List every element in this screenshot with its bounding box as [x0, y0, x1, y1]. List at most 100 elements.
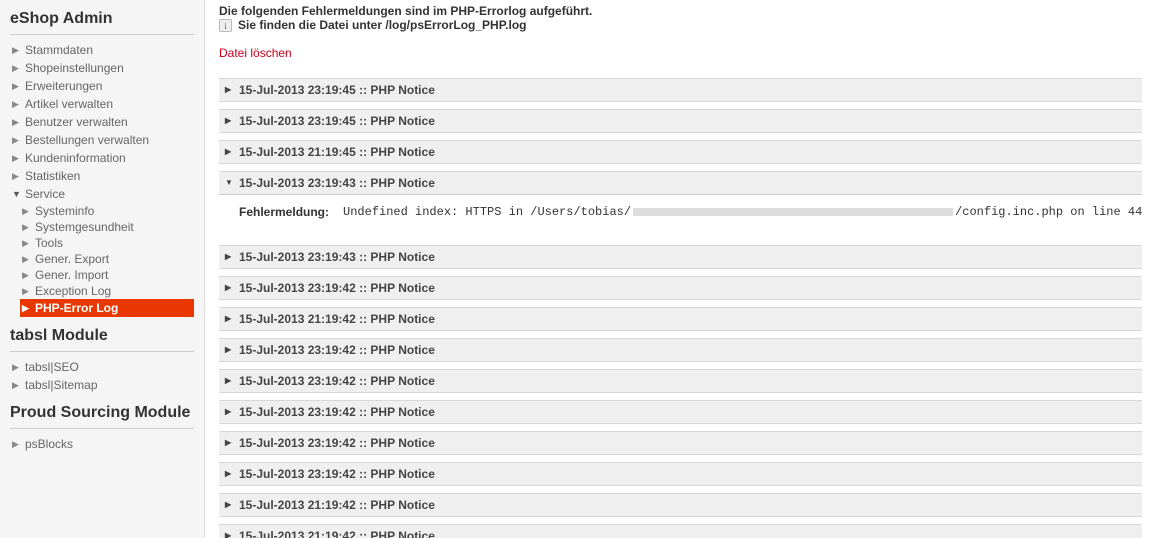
- chevron-right-icon: ▶: [12, 117, 20, 128]
- log-row[interactable]: ▶15-Jul-2013 23:19:42 :: PHP Notice: [219, 276, 1142, 300]
- nav-item-label: Service: [25, 187, 65, 201]
- nav-item-label: tabsl|SEO: [25, 360, 79, 374]
- sub-nav-item[interactable]: ▶Gener. Export: [20, 251, 194, 267]
- log-row[interactable]: ▶15-Jul-2013 23:19:42 :: PHP Notice: [219, 400, 1142, 424]
- nav-item[interactable]: ▶ Statistiken: [10, 167, 194, 185]
- intro-block: Die folgenden Fehlermeldungen sind im PH…: [219, 4, 1142, 32]
- nav-item-label: psBlocks: [25, 437, 73, 451]
- info-icon: i: [219, 19, 232, 32]
- nav-item-label: Bestellungen verwalten: [25, 133, 149, 147]
- log-row-label: 15-Jul-2013 23:19:42 :: PHP Notice: [239, 343, 435, 357]
- log-row-label: 15-Jul-2013 21:19:42 :: PHP Notice: [239, 498, 435, 512]
- main-panel: Die folgenden Fehlermeldungen sind im PH…: [205, 0, 1156, 538]
- nav-item-label: Benutzer verwalten: [25, 115, 128, 129]
- sub-nav-label: Tools: [35, 236, 63, 250]
- chevron-right-icon: ▶: [12, 380, 20, 391]
- chevron-right-icon: ▶: [225, 438, 231, 447]
- log-row[interactable]: ▼15-Jul-2013 23:19:43 :: PHP Notice: [219, 171, 1142, 195]
- log-row-label: 15-Jul-2013 23:19:45 :: PHP Notice: [239, 114, 435, 128]
- delete-file-link[interactable]: Datei löschen: [219, 46, 292, 60]
- chevron-right-icon: ▶: [12, 362, 20, 373]
- log-row[interactable]: ▶15-Jul-2013 23:19:42 :: PHP Notice: [219, 369, 1142, 393]
- chevron-right-icon: ▶: [22, 270, 30, 281]
- log-row[interactable]: ▶ 15-Jul-2013 23:19:45 :: PHP Notice: [219, 78, 1142, 102]
- sub-nav-label: PHP-Error Log: [35, 301, 118, 315]
- nav-item[interactable]: ▶ psBlocks: [10, 435, 194, 453]
- sub-nav-label: Systemgesundheit: [35, 220, 134, 234]
- chevron-right-icon: ▶: [225, 283, 231, 292]
- log-row-label: 15-Jul-2013 23:19:45 :: PHP Notice: [239, 83, 435, 97]
- log-row[interactable]: ▶ 15-Jul-2013 21:19:42 :: PHP Notice: [219, 493, 1142, 517]
- nav-item[interactable]: ▶Bestellungen verwalten: [10, 131, 194, 149]
- chevron-right-icon: ▶: [12, 439, 20, 450]
- log-row[interactable]: ▶ 15-Jul-2013 23:19:45 :: PHP Notice: [219, 109, 1142, 133]
- chevron-down-icon: ▼: [225, 178, 233, 187]
- chevron-right-icon: ▶: [12, 153, 20, 164]
- sub-nav-label: Gener. Import: [35, 268, 108, 282]
- nav-item[interactable]: ▶ Benutzer verwalten: [10, 113, 194, 131]
- sub-nav-item[interactable]: ▶ Exception Log: [20, 283, 194, 299]
- nav-item[interactable]: ▶ Shopeinstellungen: [10, 59, 194, 77]
- sub-nav-item[interactable]: ▶ Gener. Import: [20, 267, 194, 283]
- log-row[interactable]: ▶ 15-Jul-2013 21:19:42 :: PHP Notice: [219, 524, 1142, 538]
- chevron-right-icon: ▶: [225, 407, 231, 416]
- log-row-label: 15-Jul-2013 21:19:42 :: PHP Notice: [239, 529, 435, 538]
- chevron-down-icon: ▼: [12, 189, 20, 199]
- nav-item-label: Kundeninformation: [25, 151, 126, 165]
- redacted-path: [633, 208, 953, 216]
- nav-item-label: Statistiken: [25, 169, 80, 183]
- intro-line-1: Die folgenden Fehlermeldungen sind im PH…: [219, 4, 1142, 18]
- log-detail-message: Undefined index: HTTPS in /Users/tobias/…: [343, 205, 1142, 219]
- nav-item-label: Artikel verwalten: [25, 97, 113, 111]
- log-row[interactable]: ▶ 15-Jul-2013 23:19:43 :: PHP Notice: [219, 245, 1142, 269]
- chevron-right-icon: ▶: [22, 238, 30, 249]
- sub-nav-item[interactable]: ▶ Systeminfo: [20, 203, 194, 219]
- chevron-right-icon: ▶: [22, 254, 30, 265]
- nav-item[interactable]: ▼ Service: [10, 185, 194, 203]
- log-row-label: 15-Jul-2013 21:19:42 :: PHP Notice: [239, 312, 435, 326]
- log-row[interactable]: ▶15-Jul-2013 23:19:42 :: PHP Notice: [219, 462, 1142, 486]
- sub-nav-item[interactable]: ▶Systemgesundheit: [20, 219, 194, 235]
- intro-line-2: Sie finden die Datei unter /log/psErrorL…: [238, 18, 527, 32]
- sub-nav-item[interactable]: ▶ PHP-Error Log: [20, 299, 194, 317]
- log-row[interactable]: ▶15-Jul-2013 23:19:42 :: PHP Notice: [219, 338, 1142, 362]
- chevron-right-icon: ▶: [12, 45, 20, 56]
- chevron-right-icon: ▶: [12, 63, 20, 74]
- log-list: ▶15-Jul-2013 23:19:45 :: PHP Notice▶15-J…: [219, 78, 1142, 538]
- chevron-right-icon: ▶: [225, 116, 231, 125]
- nav-item-label: tabsl|Sitemap: [25, 378, 98, 392]
- nav-item[interactable]: ▶ tabsl|SEO: [10, 358, 194, 376]
- nav-item-label: Stammdaten: [25, 43, 93, 57]
- log-row[interactable]: ▶ 15-Jul-2013 21:19:45 :: PHP Notice: [219, 140, 1142, 164]
- chevron-right-icon: ▶: [22, 286, 30, 297]
- log-row-label: 15-Jul-2013 23:19:42 :: PHP Notice: [239, 374, 435, 388]
- log-row-label: 15-Jul-2013 23:19:43 :: PHP Notice: [239, 250, 435, 264]
- sub-nav-label: Systeminfo: [35, 204, 94, 218]
- log-row[interactable]: ▶15-Jul-2013 21:19:42 :: PHP Notice: [219, 307, 1142, 331]
- sidebar-section-tabsl: tabsl Module: [10, 327, 194, 352]
- log-row-label: 15-Jul-2013 21:19:45 :: PHP Notice: [239, 145, 435, 159]
- chevron-right-icon: ▶: [22, 206, 30, 217]
- nav-item[interactable]: ▶ tabsl|Sitemap: [10, 376, 194, 394]
- nav-item[interactable]: ▶ Artikel verwalten: [10, 95, 194, 113]
- chevron-right-icon: ▶: [225, 85, 231, 94]
- nav-item[interactable]: ▶Erweiterungen: [10, 77, 194, 95]
- nav-item[interactable]: ▶ Stammdaten: [10, 41, 194, 59]
- sidebar-section-proudsourcing: Proud Sourcing Module: [10, 404, 194, 429]
- nav-item[interactable]: ▶ Kundeninformation: [10, 149, 194, 167]
- sub-nav-label: Exception Log: [35, 284, 111, 298]
- chevron-right-icon: ▶: [225, 252, 231, 261]
- chevron-right-icon: ▶: [12, 81, 20, 92]
- chevron-right-icon: ▶: [12, 99, 20, 110]
- nav-item-label: Shopeinstellungen: [25, 61, 124, 75]
- sidebar: eShop Admin ▶Stammdaten▶Shopeinstellunge…: [0, 0, 205, 538]
- chevron-right-icon: ▶: [22, 303, 30, 314]
- chevron-right-icon: ▶: [12, 171, 20, 182]
- log-detail: Fehlermeldung: Undefined index: HTTPS in …: [219, 195, 1142, 229]
- chevron-right-icon: ▶: [225, 500, 231, 509]
- chevron-right-icon: ▶: [225, 531, 231, 538]
- chevron-right-icon: ▶: [225, 147, 231, 156]
- log-row[interactable]: ▶15-Jul-2013 23:19:42 :: PHP Notice: [219, 431, 1142, 455]
- log-detail-label: Fehlermeldung:: [239, 205, 329, 219]
- sub-nav-item[interactable]: ▶ Tools: [20, 235, 194, 251]
